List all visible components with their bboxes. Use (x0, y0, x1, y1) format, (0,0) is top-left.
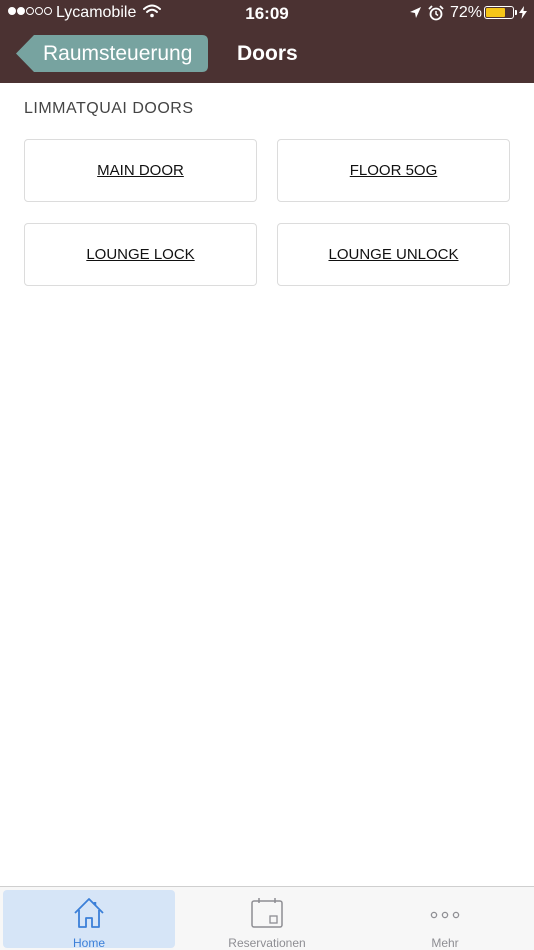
main-door-button[interactable]: MAIN DOOR (24, 139, 257, 202)
tab-label: Mehr (431, 936, 459, 950)
calendar-icon (251, 898, 283, 928)
tab-reservationen[interactable]: Reservationen (180, 890, 354, 950)
tab-label: Home (72, 936, 105, 950)
page-title: Doors (237, 42, 298, 65)
tab-label: Reservationen (228, 936, 306, 950)
app-header: Lycamobile 16:09 72% Raumsteuerung Doors (0, 0, 534, 83)
door-button-label: FLOOR 5OG (349, 162, 438, 179)
charging-bolt-icon (519, 6, 527, 19)
home-icon (74, 898, 104, 928)
lounge-lock-button[interactable]: LOUNGE LOCK (24, 223, 257, 286)
tab-bar: Home Reservationen Mehr (0, 886, 534, 950)
battery-level (486, 8, 505, 17)
floor-5og-button[interactable]: FLOOR 5OG (277, 139, 510, 202)
battery-tip (515, 10, 517, 15)
battery-percent: 72% (450, 4, 483, 21)
door-button-label: LOUNGE UNLOCK (328, 246, 459, 263)
door-button-label: MAIN DOOR (97, 162, 184, 179)
door-button-label: LOUNGE LOCK (86, 246, 195, 263)
location-arrow-icon (410, 7, 421, 18)
back-button-label: Raumsteuerung (43, 42, 193, 65)
tab-home[interactable]: Home (3, 890, 175, 950)
status-bar: Lycamobile 16:09 72% (0, 0, 534, 28)
tab-mehr[interactable]: Mehr (358, 890, 532, 950)
battery-icon (484, 6, 514, 19)
more-dots-icon (430, 911, 460, 919)
alarm-clock-icon (428, 5, 444, 21)
section-title: LIMMATQUAI DOORS (24, 100, 194, 117)
back-button[interactable]: Raumsteuerung (16, 35, 208, 72)
lounge-unlock-button[interactable]: LOUNGE UNLOCK (277, 223, 510, 286)
